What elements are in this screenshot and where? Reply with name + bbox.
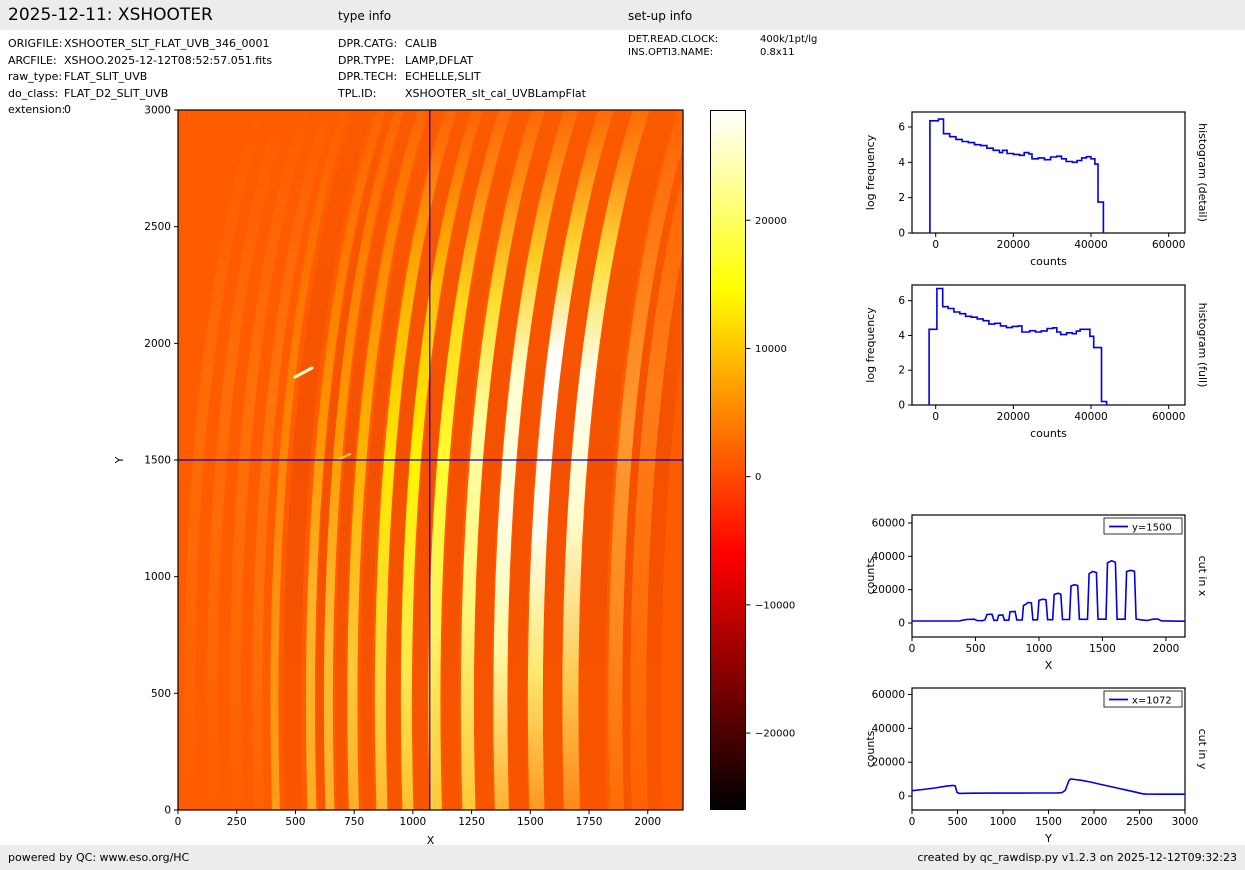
svg-text:0: 0 xyxy=(755,472,761,483)
svg-text:0: 0 xyxy=(898,618,905,630)
svg-text:60000: 60000 xyxy=(872,689,905,701)
svg-text:500: 500 xyxy=(285,816,305,828)
histogram-full: 0 20000 40000 60000 0 2 4 6 counts log frequency h… xyxy=(864,284,1209,440)
svg-text:histogram (full): histogram (full) xyxy=(1196,303,1209,388)
svg-text:1750: 1750 xyxy=(576,816,603,828)
svg-text:x=1072: x=1072 xyxy=(1132,696,1172,707)
svg-text:500: 500 xyxy=(965,643,985,655)
svg-text:60000: 60000 xyxy=(1152,411,1185,423)
svg-text:1500: 1500 xyxy=(1035,816,1062,828)
svg-text:1500: 1500 xyxy=(1089,643,1116,655)
svg-text:X: X xyxy=(1045,659,1053,672)
svg-text:counts: counts xyxy=(1030,255,1067,268)
svg-text:60000: 60000 xyxy=(872,518,905,530)
svg-text:20000: 20000 xyxy=(997,239,1030,251)
svg-text:1000: 1000 xyxy=(400,816,427,828)
footer-created-by: created by qc_rawdisp.py v1.2.3 on 2025-… xyxy=(917,851,1237,864)
svg-text:2500: 2500 xyxy=(144,221,171,233)
svg-text:60000: 60000 xyxy=(1152,239,1185,251)
svg-text:y=1500: y=1500 xyxy=(1132,523,1172,534)
svg-text:0: 0 xyxy=(909,643,916,655)
data-curve xyxy=(912,559,1186,622)
svg-text:Y: Y xyxy=(1044,832,1052,845)
svg-text:cut in x: cut in x xyxy=(1196,556,1209,597)
svg-text:3000: 3000 xyxy=(1172,816,1199,828)
svg-text:−20000: −20000 xyxy=(755,729,795,740)
svg-text:1000: 1000 xyxy=(1026,643,1053,655)
data-curve xyxy=(929,118,1105,233)
svg-text:0: 0 xyxy=(898,791,905,803)
svg-text:counts: counts xyxy=(864,730,877,767)
plots-canvas: 0 250 500 750 1000 1250 1500 1750 20000500100015… xyxy=(113,105,1209,848)
footer-qc-link[interactable]: powered by QC: www.eso.org/HC xyxy=(8,851,189,864)
svg-text:0: 0 xyxy=(898,228,905,240)
svg-text:2000: 2000 xyxy=(634,816,661,828)
svg-text:Y: Y xyxy=(113,456,126,464)
plot-frame xyxy=(911,284,1186,406)
svg-text:counts: counts xyxy=(1030,427,1067,440)
svg-text:750: 750 xyxy=(344,816,364,828)
data-curve xyxy=(928,287,1108,405)
svg-text:6: 6 xyxy=(898,122,905,134)
svg-text:1000: 1000 xyxy=(144,571,171,583)
plot-frame xyxy=(911,111,1186,234)
svg-text:1250: 1250 xyxy=(458,816,485,828)
svg-text:40000: 40000 xyxy=(1074,239,1107,251)
svg-text:2: 2 xyxy=(898,192,905,204)
svg-text:log frequency: log frequency xyxy=(864,134,877,210)
svg-text:−10000: −10000 xyxy=(755,600,795,611)
svg-text:2000: 2000 xyxy=(1081,816,1108,828)
svg-text:1500: 1500 xyxy=(144,455,171,467)
svg-text:2500: 2500 xyxy=(1126,816,1153,828)
svg-text:2: 2 xyxy=(898,365,905,377)
svg-text:10000: 10000 xyxy=(755,344,787,355)
svg-text:counts: counts xyxy=(864,557,877,594)
svg-text:histogram (detail): histogram (detail) xyxy=(1196,123,1209,222)
svg-text:1000: 1000 xyxy=(990,816,1017,828)
cut-in-x: 0 500 1000 1500 20000200004000060000Xcounts c… xyxy=(864,514,1209,672)
svg-text:0: 0 xyxy=(932,411,939,423)
svg-text:0: 0 xyxy=(932,239,939,251)
svg-text:500: 500 xyxy=(151,688,171,700)
svg-text:0: 0 xyxy=(175,816,182,828)
svg-text:cut in y: cut in y xyxy=(1196,729,1209,770)
svg-text:1500: 1500 xyxy=(517,816,544,828)
svg-text:40000: 40000 xyxy=(1074,411,1107,423)
histogram-detail: 0 20000 40000 60000 0 2 4 6 counts log frequency h… xyxy=(864,111,1209,268)
data-curve xyxy=(911,778,1185,795)
svg-text:0: 0 xyxy=(164,805,171,817)
svg-text:2000: 2000 xyxy=(1153,643,1180,655)
detector-image-pixels xyxy=(178,110,683,810)
cut-in-y: 0 500 1000 1500 2000 2500 30000200004000060000… xyxy=(864,687,1209,845)
qc-report-page: { "style": {"curve_color": "#0000E6", "b… xyxy=(0,0,1245,870)
svg-text:0: 0 xyxy=(909,816,916,828)
svg-text:4: 4 xyxy=(898,330,905,342)
svg-text:250: 250 xyxy=(227,816,247,828)
svg-text:log frequency: log frequency xyxy=(864,307,877,383)
svg-text:6: 6 xyxy=(898,295,905,307)
svg-text:500: 500 xyxy=(947,816,967,828)
svg-text:20000: 20000 xyxy=(755,216,787,227)
svg-text:0: 0 xyxy=(898,400,905,412)
svg-text:20000: 20000 xyxy=(997,411,1030,423)
detector-image-plot: 0 250 500 750 1000 1250 1500 1750 2000 0 500 1000 15… xyxy=(113,105,684,847)
svg-text:2000: 2000 xyxy=(144,338,171,350)
colorbar-ticks: 20000 10000 0 −10000 −20000 xyxy=(746,216,795,740)
svg-text:3000: 3000 xyxy=(144,105,171,117)
svg-text:4: 4 xyxy=(898,157,905,169)
